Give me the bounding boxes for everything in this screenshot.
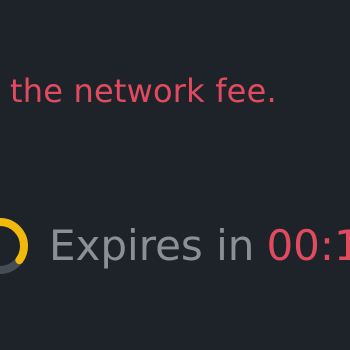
payment-expiry-screen: the network fee. Expires in 00:1 [0, 0, 350, 350]
countdown-time: 00:1 [266, 221, 350, 270]
expiry-timer-row: Expires in 00:1 [0, 210, 350, 282]
network-fee-notice: the network fee. [10, 72, 277, 110]
expires-in-label: Expires in [49, 221, 255, 270]
countdown-ring-icon [0, 216, 30, 276]
